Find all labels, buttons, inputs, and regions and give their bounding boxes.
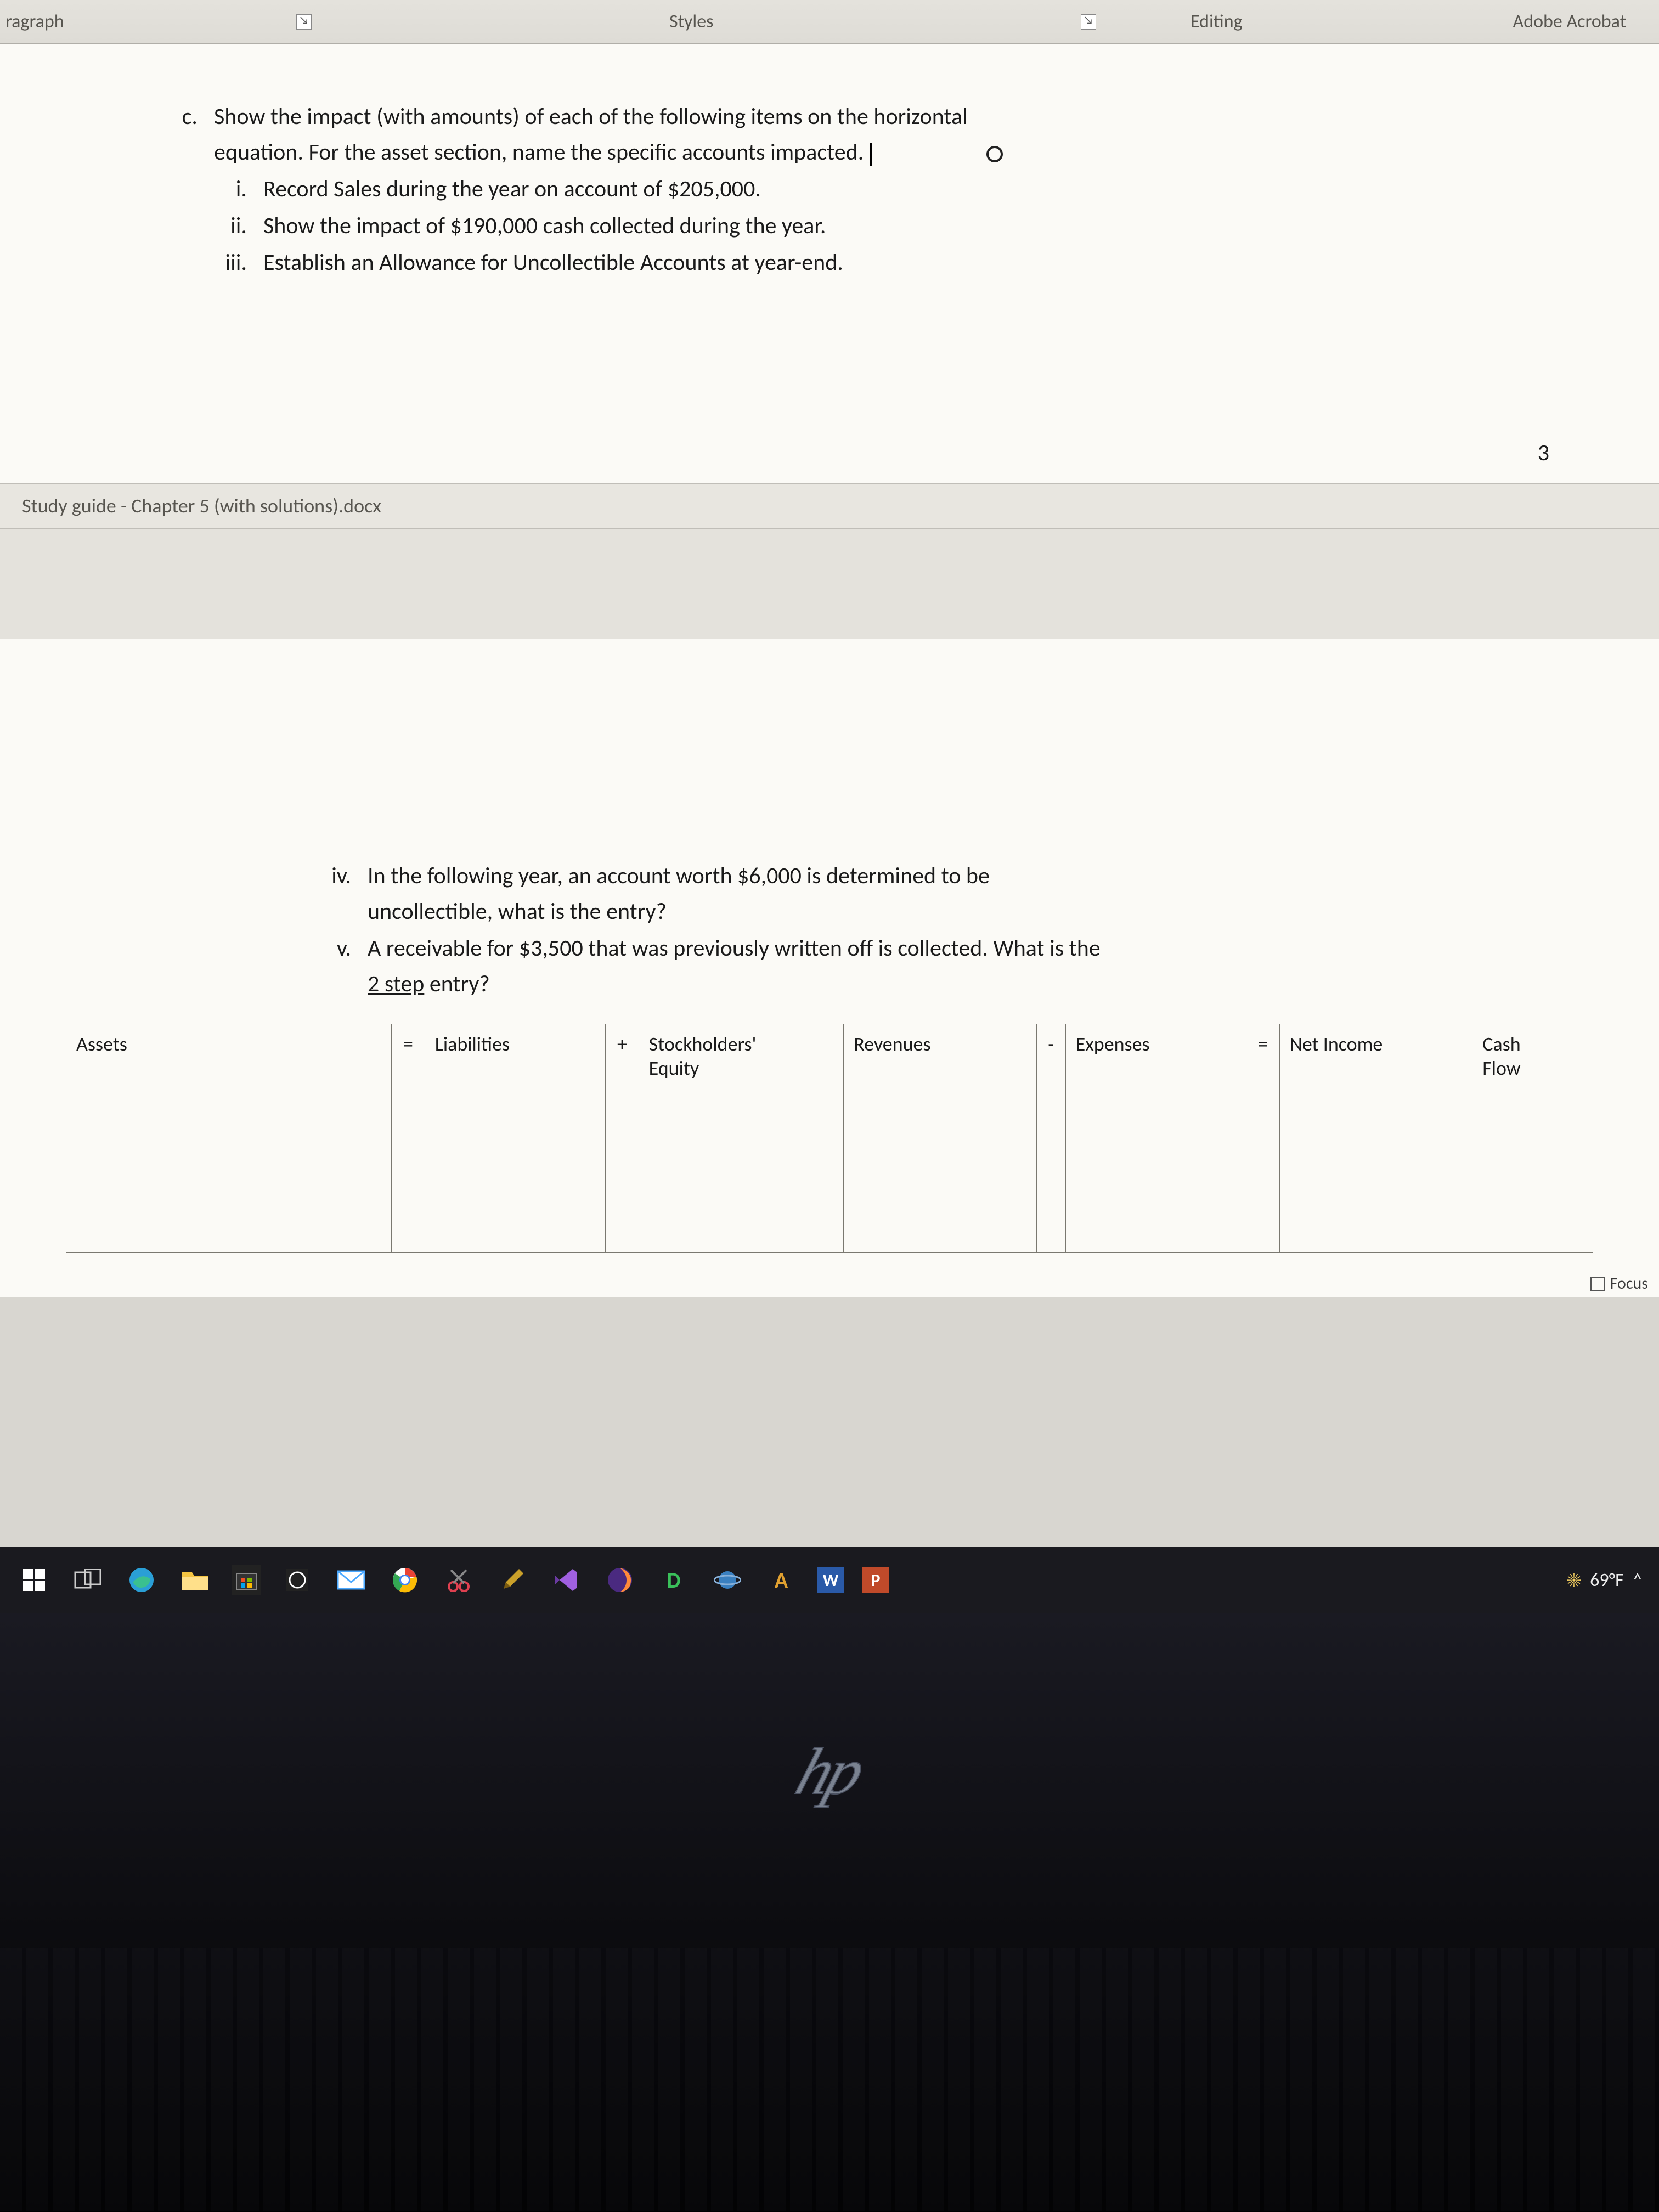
focus-mode-label[interactable]: Focus [1610,1273,1648,1294]
list-marker-iii: iii. [203,245,263,280]
col-plus: + [606,1024,639,1088]
document-page-1[interactable]: c. Show the impact (with amounts) of eac… [0,44,1659,483]
notepad-icon[interactable] [495,1562,530,1598]
paragraph-group-label: ragraph [5,10,64,33]
adobe-acrobat-group-label[interactable]: Adobe Acrobat [1513,10,1626,33]
col-equals-2: = [1246,1024,1279,1088]
document-page-2[interactable]: iv. In the following year, an account wo… [0,639,1659,1297]
table-row [66,1121,1593,1187]
visual-studio-icon[interactable] [549,1562,584,1598]
table-header-row: Assets = Liabilities + Stockholders' Equ… [66,1024,1593,1088]
table-row [66,1187,1593,1253]
paragraph-dialog-launcher-icon[interactable]: ↘ [296,14,312,30]
app-a-icon[interactable]: A [764,1562,799,1598]
question-c-line1: Show the impact (with amounts) of each o… [214,103,968,131]
firefox-icon[interactable] [602,1562,637,1598]
col-cash-flow: Cash Flow [1472,1024,1593,1088]
page-number: 3 [1538,439,1549,467]
focus-mode-icon[interactable] [1590,1277,1605,1291]
col-expenses: Expenses [1065,1024,1246,1088]
planet-icon[interactable] [710,1562,745,1598]
col-stockholders-equity: Stockholders' Equity [639,1024,844,1088]
question-c-iii: Establish an Allowance for Uncollectible… [263,245,843,280]
laptop-keyboard [0,1948,1659,2211]
weather-widget[interactable]: ☀ 69°F ˄ [1567,1568,1643,1592]
styles-dialog-launcher-icon[interactable]: ↘ [1081,14,1096,30]
question-c-v-line1: A receivable for $3,500 that was previou… [368,934,1101,962]
obs-icon[interactable] [280,1562,315,1598]
question-c-v-twostep: 2 step [368,970,424,998]
styles-group-label: Styles [669,10,713,33]
task-view-icon[interactable] [70,1562,105,1598]
touch-cursor-handle-icon[interactable] [986,146,1003,162]
col-minus: - [1036,1024,1065,1088]
snip-tool-icon[interactable] [441,1562,476,1598]
text-cursor [870,143,872,166]
col-net-income: Net Income [1279,1024,1472,1088]
file-explorer-icon[interactable] [178,1562,213,1598]
list-marker-i: i. [203,171,263,207]
question-c-ii: Show the impact of $190,000 cash collect… [263,208,826,244]
edge-browser-icon[interactable] [124,1562,159,1598]
powerpoint-app-icon[interactable]: P [862,1567,889,1593]
col-revenues: Revenues [844,1024,1037,1088]
question-c-i: Record Sales during the year on account … [263,171,761,207]
word-ribbon: ragraph ↘ Styles ↘ Editing Adobe Acrobat [0,0,1659,44]
question-c-line2: equation. For the asset section, name th… [214,138,864,166]
col-liabilities: Liabilities [425,1024,606,1088]
weather-sun-icon: ☀ [1567,1568,1581,1592]
start-button-icon[interactable] [16,1562,52,1598]
col-assets: Assets [66,1024,392,1088]
windows-taskbar[interactable]: D A W P ☀ 69°F ˄ [0,1547,1659,1613]
microsoft-store-icon[interactable] [232,1565,261,1595]
accounting-equation-table: Assets = Liabilities + Stockholders' Equ… [66,1024,1593,1253]
status-bar: Focus [1590,1273,1648,1294]
editing-group-label[interactable]: Editing [1190,10,1243,33]
question-c-iv-line1: In the following year, an account worth … [368,862,990,890]
weather-temperature: 69°F [1590,1569,1624,1592]
question-c-iv-line2: uncollectible, what is the entry? [368,898,667,926]
chevron-up-icon[interactable]: ˄ [1633,1569,1643,1592]
app-d-icon[interactable]: D [656,1562,691,1598]
list-marker-v: v. [307,930,368,1002]
document-filename-label: Study guide - Chapter 5 (with solutions)… [0,483,1659,529]
chrome-icon[interactable] [387,1562,422,1598]
list-marker-c: c. [165,99,214,170]
word-app-icon[interactable]: W [817,1567,844,1593]
list-marker-iv: iv. [307,858,368,929]
table-row [66,1088,1593,1121]
question-c-v-suffix: entry? [424,970,489,998]
col-equals: = [392,1024,425,1088]
list-marker-ii: ii. [203,208,263,244]
mail-icon[interactable] [334,1562,369,1598]
